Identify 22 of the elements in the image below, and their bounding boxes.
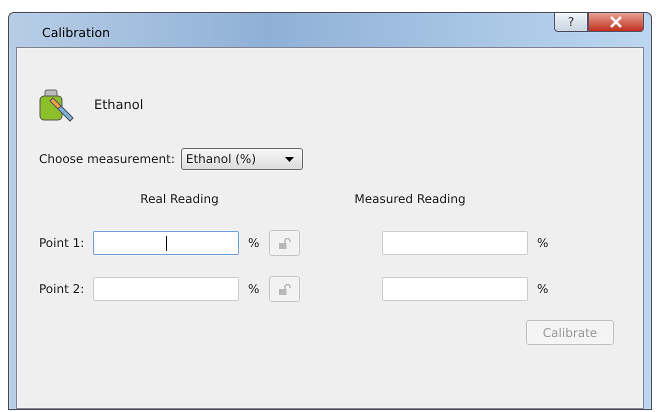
- unit-label: %: [247, 282, 260, 296]
- measurement-dropdown[interactable]: Ethanol (%): [180, 148, 303, 170]
- caret-icon: [284, 156, 294, 162]
- close-button[interactable]: [588, 12, 644, 32]
- measured-reading-field[interactable]: [382, 231, 528, 255]
- unit-label: %: [247, 236, 260, 250]
- measurement-label: Choose measurement:: [39, 152, 175, 166]
- column-heading: Measured Reading: [353, 192, 467, 206]
- unit-label: %: [536, 282, 548, 296]
- point-label: Point 1:: [39, 236, 86, 250]
- window-title: Calibration: [42, 25, 110, 40]
- real-reading-field[interactable]: [93, 277, 239, 301]
- substance-name: Ethanol: [94, 98, 144, 112]
- point-label: Point 2:: [39, 282, 86, 296]
- unit-label: %: [536, 236, 548, 250]
- column-heading: Real Reading: [139, 192, 220, 206]
- help-button[interactable]: ?: [554, 12, 588, 32]
- padlock-icon: [278, 238, 290, 248]
- real-reading-field[interactable]: [93, 231, 239, 255]
- measured-reading-field[interactable]: [382, 277, 528, 301]
- close-icon: [609, 16, 623, 28]
- padlock-icon: [278, 284, 290, 294]
